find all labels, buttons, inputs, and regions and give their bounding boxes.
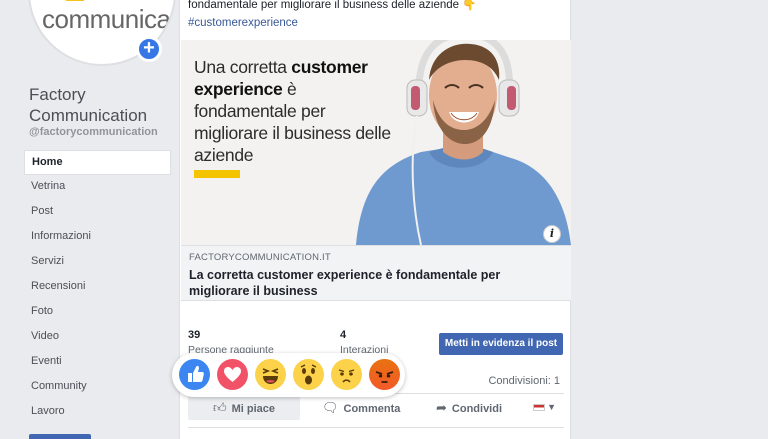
nav-item-informazioni[interactable]: Informazioni (24, 225, 171, 250)
info-icon[interactable]: i (543, 225, 561, 243)
comment-divider (188, 427, 564, 428)
thumbs-up-icon: 👍︎ (213, 400, 227, 415)
nav-item-vetrina[interactable]: Vetrina (24, 175, 171, 200)
hashtag-link[interactable]: #customerexperience (188, 17, 298, 29)
page-handle[interactable]: @factorycommunication (29, 126, 158, 138)
nav-item-post[interactable]: Post (24, 200, 171, 225)
angry-reaction-icon[interactable] (369, 359, 400, 390)
like-reaction-icon[interactable] (179, 359, 210, 390)
interactions-value: 4 (340, 329, 347, 341)
haha-reaction-icon[interactable] (255, 359, 286, 390)
create-page-button[interactable] (29, 434, 91, 439)
like-label: Mi piace (231, 403, 275, 415)
link-preview-image[interactable]: Una corretta customer experience è fonda… (181, 40, 571, 245)
reach-stat[interactable]: 39 Persone raggiunte (188, 329, 274, 356)
interactions-stat[interactable]: 4 Interazioni (340, 329, 388, 356)
share-button[interactable]: ➦ Condividi (436, 395, 502, 420)
love-reaction-icon[interactable] (217, 359, 248, 390)
audience-selector[interactable]: ▼ (532, 395, 556, 420)
like-button[interactable]: 👍︎ Mi piace (188, 395, 300, 420)
nav-item-servizi[interactable]: Servizi (24, 250, 171, 275)
flag-icon (532, 404, 545, 412)
nav-item-eventi[interactable]: Eventi (24, 350, 171, 375)
page-name[interactable]: Factory Communication (29, 84, 179, 126)
chevron-down-icon: ▼ (547, 402, 556, 412)
share-label: Condividi (451, 403, 503, 415)
nav-item-foto[interactable]: Foto (24, 300, 171, 325)
page-nav: Home Vetrina Post Informazioni Servizi R… (24, 150, 171, 425)
nav-item-home[interactable]: Home (24, 150, 171, 175)
wow-reaction-icon[interactable] (293, 359, 324, 390)
link-preview-meta[interactable]: FACTORYCOMMUNICATION.IT La corretta cust… (181, 245, 571, 301)
sad-reaction-icon[interactable] (331, 359, 362, 390)
reach-value: 39 (188, 329, 201, 341)
speech-bubble-icon: 🗨︎ (322, 400, 339, 415)
share-arrow-icon: ➦ (436, 400, 447, 415)
link-domain: FACTORYCOMMUNICATION.IT (189, 252, 331, 263)
nav-item-lavoro[interactable]: Lavoro (24, 400, 171, 425)
shares-count[interactable]: Condivisioni: 1 (488, 375, 560, 387)
logo-accent (66, 0, 84, 1)
nav-item-community[interactable]: Community (24, 375, 171, 400)
comment-button[interactable]: 🗨︎ Commenta (322, 395, 400, 420)
nav-item-recensioni[interactable]: Recensioni (24, 275, 171, 300)
link-title[interactable]: La corretta customer experience è fondam… (189, 267, 563, 299)
logo-text: communication (42, 4, 174, 34)
plus-icon[interactable]: + (136, 36, 162, 62)
nav-item-video[interactable]: Video (24, 325, 171, 350)
comment-label: Commenta (343, 403, 401, 415)
post-text: fondamentale per migliorare il business … (188, 0, 477, 11)
reactions-popup (172, 353, 405, 397)
post-actions: 👍︎ Mi piace 🗨︎ Commenta ➦ Condividi ▼ (188, 395, 564, 422)
boost-post-button[interactable]: Metti in evidenza il post (439, 333, 563, 355)
man-with-headphones-photo (356, 40, 571, 245)
